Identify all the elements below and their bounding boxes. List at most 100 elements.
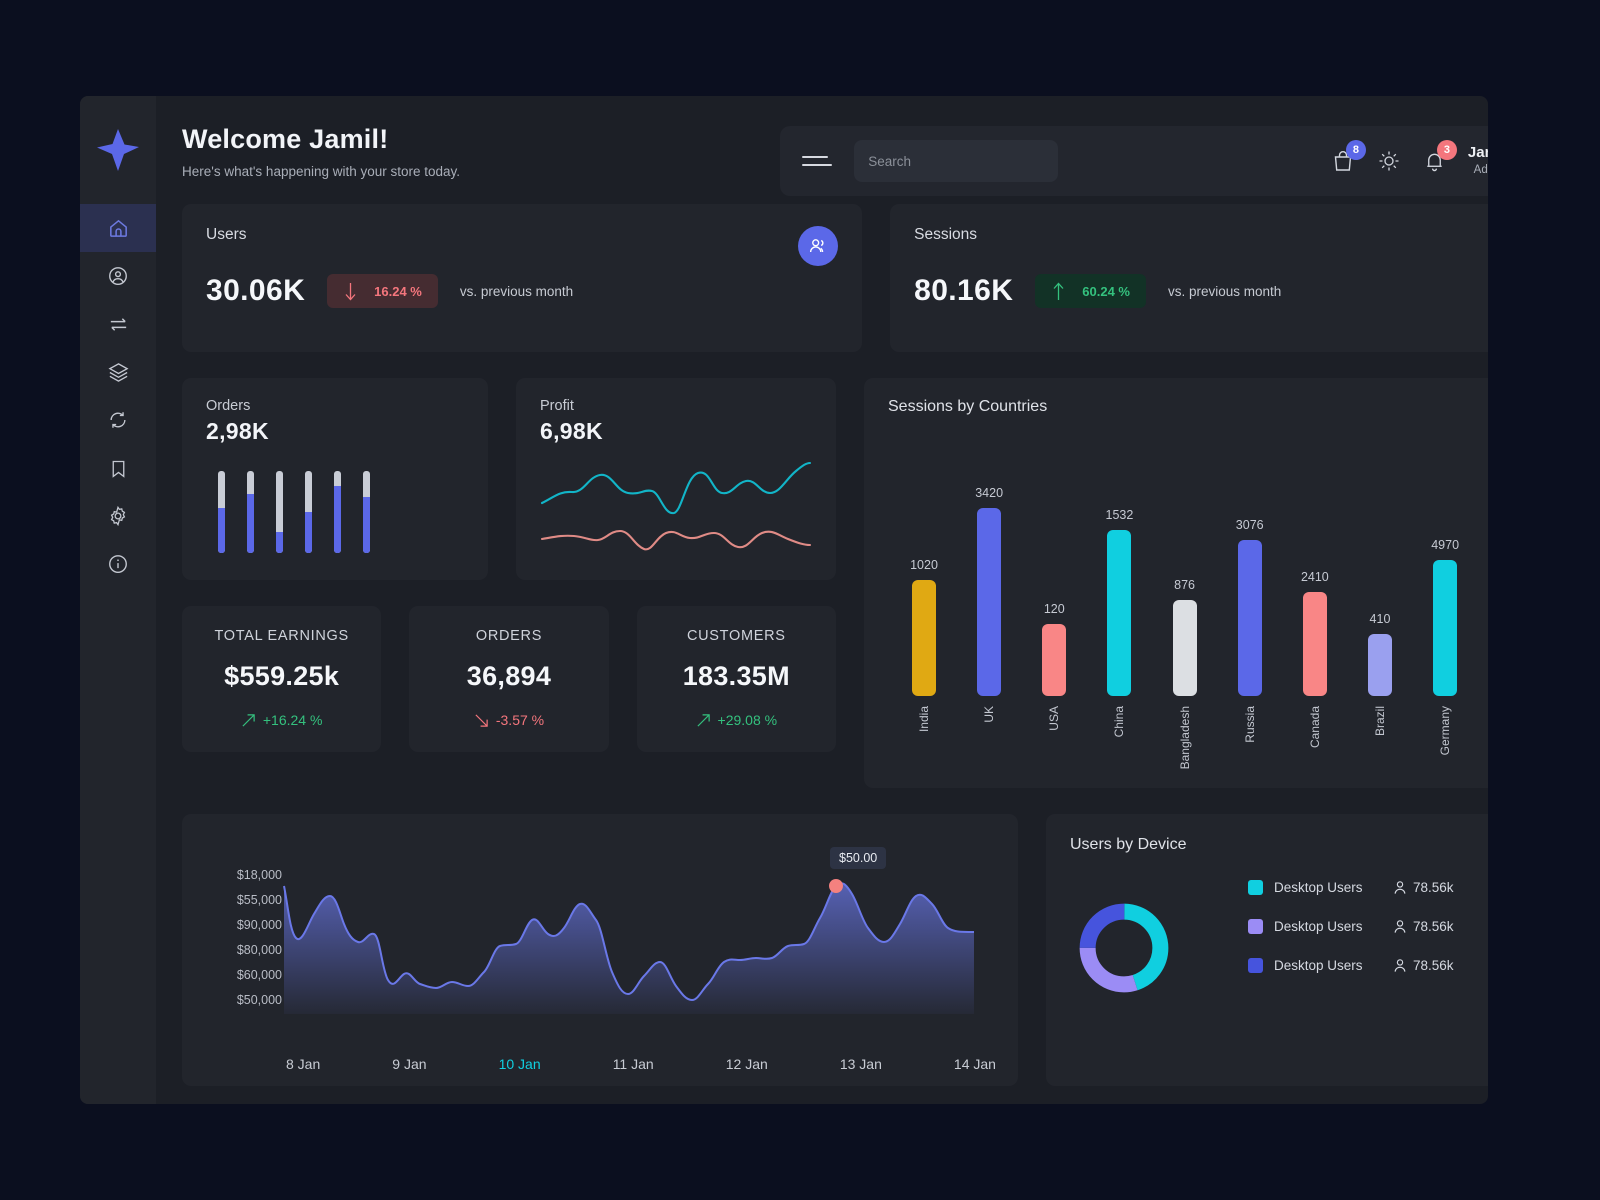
bar-rect [1367,634,1392,696]
page-title: Welcome Jamil! [182,124,389,154]
app-logo[interactable] [80,96,156,204]
country-bar-germany[interactable]: 4970 [1423,538,1467,696]
x-tick-label[interactable]: 13 Jan [840,1056,882,1072]
legend-swatch [1248,880,1263,895]
bar-label-cell: India [902,696,946,732]
area-chart-tooltip: $50.00 [830,847,887,869]
bar-category-label: Germany [1438,706,1453,756]
panel-header: Users by Device ••• [1070,836,1488,854]
country-bar-canada[interactable]: 2410 [1293,570,1337,696]
trend-up-icon [242,713,255,727]
spark-bar [334,471,341,553]
stat-label: CUSTOMERS [686,628,786,644]
area-chart-x-axis: 8 Jan 9 Jan 10 Jan 11 Jan 12 Jan 13 Jan 14 Jan [286,1056,996,1072]
legend-label: Desktop Users [1274,919,1363,934]
country-bar-russia[interactable]: 3076 [1228,518,1272,696]
bar-category-label: Canada [1307,706,1322,749]
stat-card-customers: CUSTOMERS 183.35M +29.08 % [636,606,836,752]
profile-menu[interactable]: Jamil Admin [1468,141,1488,181]
sidebar [80,96,156,1104]
profile-role: Admin [1473,164,1488,177]
stat-value: 36,894 [466,661,552,691]
country-bar-brazil[interactable]: 410 [1358,612,1402,696]
mid-left-column: Orders 2,98K Profit 6,98K TOTAL EARNINGS… [182,378,836,788]
panel-header: Sessions by Countries All [888,398,1488,416]
y-tick-label: $60,000 [236,968,282,982]
area-chart-y-axis: $18,000 $55,000 $90,000 $80,000 $60,000 $50,0… [204,868,282,1007]
country-bar-uk[interactable]: 3420 [967,486,1011,696]
sidebar-item-info[interactable] [80,540,156,588]
bar-label-cell: Canada [1293,696,1337,748]
person-icon [1394,959,1406,972]
legend-count-text: 78.56k [1413,880,1454,895]
sessions-by-countries-panel: Sessions by Countries All 1020 3420 120 153… [864,378,1488,788]
profile-name: Jamil [1467,144,1488,162]
bar-label-cell: Bangladesh [1163,696,1207,769]
country-bar-bangladesh[interactable]: 876 [1163,578,1207,696]
device-legend: Desktop Users78.56k2.08%Desktop Users78.… [1248,880,1488,973]
bar-rect [977,508,1002,696]
stat-delta: -3.57 % [419,712,598,728]
theme-toggle-button[interactable] [1377,149,1401,173]
kpi-card-sessions: Sessions 80.16K 60.24 % vs. previous mon… [890,204,1488,352]
stat-delta: +16.24 % [192,712,371,728]
bar-value-label: 4970 [1431,538,1460,552]
mini-card-value: 2,98K [206,418,269,444]
menu-toggle-icon[interactable] [802,150,833,172]
country-bar-usa[interactable]: 120 [1032,602,1076,696]
mini-card-value: 6,98K [540,418,603,444]
sidebar-item-transfers[interactable] [80,300,156,348]
bar-rect [1172,600,1197,696]
x-tick-label[interactable]: 10 Jan [499,1056,541,1072]
layers-icon [107,362,129,382]
search-box[interactable] [854,140,1059,182]
legend-row[interactable]: Desktop Users78.56k2.08% [1248,958,1488,973]
stat-value: $559.25k [224,661,340,691]
x-tick-label[interactable]: 12 Jan [726,1056,768,1072]
sidebar-item-settings[interactable] [80,492,156,540]
stat-delta-text: +29.08 % [717,712,778,728]
country-bar-india[interactable]: 1020 [902,558,946,696]
legend-row[interactable]: Desktop Users78.56k2.08% [1248,919,1488,934]
bar-label-cell: China [1097,696,1141,737]
spark-bar [218,471,225,553]
stat-label: ORDERS [475,628,543,644]
kpi-value: 80.16K [914,274,1014,307]
x-tick-label[interactable]: 14 Jan [954,1056,996,1072]
bar-value-label: 120 [1043,602,1065,616]
y-tick-label: $80,000 [236,943,282,957]
notifications-button[interactable]: 3 [1423,140,1457,173]
sidebar-nav [80,204,156,588]
sidebar-item-bookmarks[interactable] [80,444,156,492]
cart-badge: 8 [1345,139,1366,160]
mid-row: Orders 2,98K Profit 6,98K TOTAL EARNINGS… [182,378,1488,788]
bookmark-icon [112,460,124,478]
area-chart-marker [829,879,843,893]
bar-rect [1433,560,1458,696]
country-bar-china[interactable]: 1532 [1097,508,1141,696]
trend-up-icon [696,713,710,727]
search-input[interactable] [868,153,1046,169]
bar-category-label: Russia [1242,706,1257,743]
sidebar-item-profile[interactable] [80,252,156,300]
bar-category-label: China [1112,706,1127,738]
panel-title: Users by Device [1070,836,1187,853]
bar-category-label: Bangladesh [1177,706,1192,770]
x-tick-label[interactable]: 9 Jan [392,1056,426,1072]
welcome-block: Welcome Jamil! Here's what's happening w… [182,124,460,179]
sidebar-item-layers[interactable] [80,348,156,396]
y-tick-label: $50,000 [236,993,282,1007]
spark-bar [363,471,370,553]
x-tick-label[interactable]: 8 Jan [286,1056,320,1072]
sidebar-item-sync[interactable] [80,396,156,444]
x-tick-label[interactable]: 11 Jan [613,1056,654,1072]
bar-value-label: 410 [1369,612,1391,626]
profit-mini-card: Profit 6,98K [516,378,836,580]
cart-button[interactable]: 8 [1331,139,1366,174]
sidebar-item-home[interactable] [80,204,156,252]
legend-row[interactable]: Desktop Users78.56k2.08% [1248,880,1488,895]
legend-swatch [1248,958,1263,973]
country-bars: 1020342012015328763076241041049701410 [888,444,1488,696]
kpi-value: 30.06K [206,274,306,307]
transfer-arrows-icon [110,317,126,331]
